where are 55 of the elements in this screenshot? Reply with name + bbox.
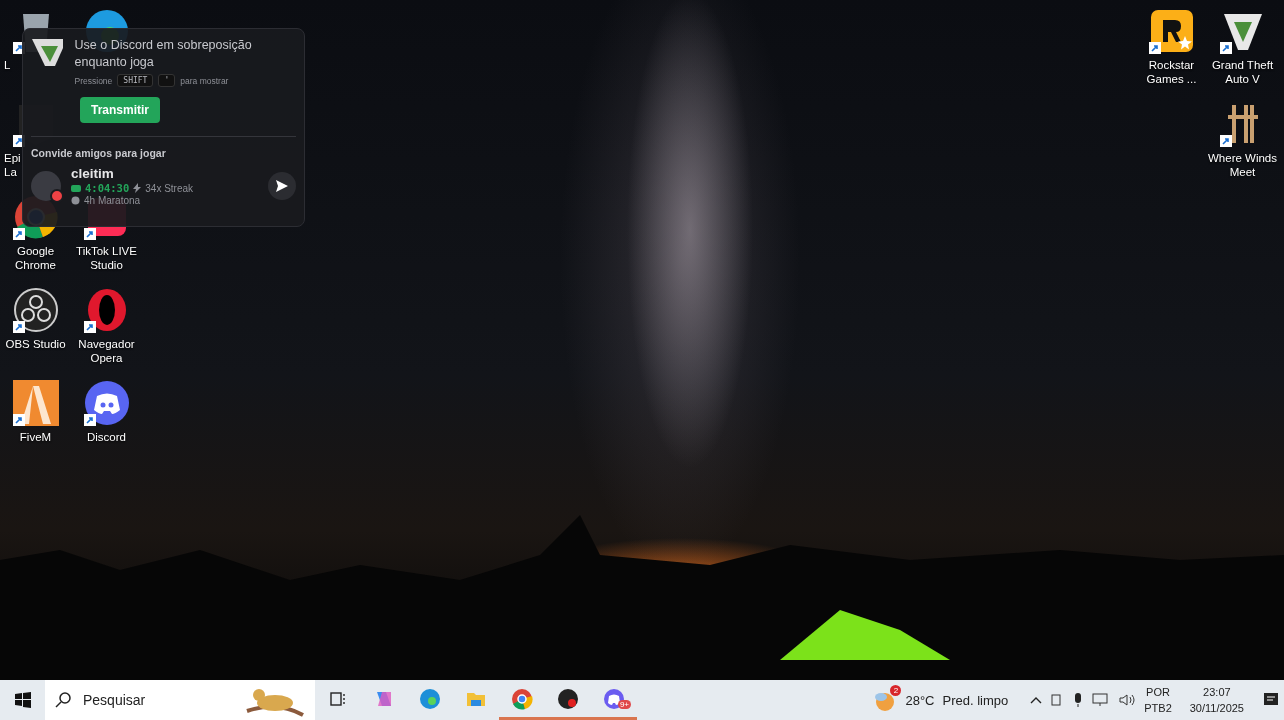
keyboard-key: SHIFT <box>117 74 154 87</box>
send-icon <box>275 179 289 193</box>
browser-icon <box>419 687 441 710</box>
language-indicator[interactable]: POR PTB2 <box>1144 684 1172 716</box>
shortcut-arrow-icon <box>12 321 25 333</box>
search-field[interactable]: Pesquisar <box>45 680 315 720</box>
clock[interactable]: 23:07 30/11/2025 <box>1189 684 1244 716</box>
search-icon <box>55 692 71 708</box>
send-button[interactable] <box>268 172 296 200</box>
desktop-icon-label[interactable]: Navegador Opera <box>78 337 135 365</box>
shortcut-arrow-icon <box>12 414 25 426</box>
hint-text: para mostrar <box>180 75 229 86</box>
fivem-icon <box>12 380 59 426</box>
chevron-up-icon[interactable] <box>1030 696 1043 704</box>
chrome-icon <box>511 687 533 710</box>
marathon-text: 4h Maratona <box>84 195 141 206</box>
lightning-icon <box>133 183 142 193</box>
network-icon[interactable] <box>1092 692 1111 708</box>
shortcut-arrow-icon <box>1219 42 1232 54</box>
desktop-icon-label[interactable]: Grand Theft Auto V <box>1211 58 1274 86</box>
desktop-icon-label[interactable]: Where Winds Meet <box>1208 151 1277 179</box>
shortcut-arrow-icon <box>12 228 25 240</box>
taskbar-app-button[interactable]: 9+ <box>591 680 637 720</box>
star-logo-icon <box>1148 8 1195 54</box>
desktop-icon-label[interactable]: Google Chrome <box>15 244 56 272</box>
game-logo-icon <box>31 37 63 67</box>
desktop-icon-label[interactable]: OBS Studio <box>5 337 66 351</box>
desktop-icon-label[interactable]: L <box>0 58 11 72</box>
desktop-icon-label[interactable]: Epi La <box>0 151 21 179</box>
play-time: 4:04:30 <box>85 182 130 194</box>
desktop-icon-label[interactable]: Rockstar Games ... <box>1146 58 1197 86</box>
streak-text: 34x Streak <box>145 182 194 194</box>
shortcut-arrow-icon <box>1219 135 1232 147</box>
desktop-icon-label[interactable]: FiveM <box>19 430 52 444</box>
weather-badge: 2 <box>890 685 902 696</box>
notification-badge: 9+ <box>617 700 631 709</box>
gamepad-icon <box>71 183 81 193</box>
weather-description[interactable]: Pred. limpo <box>942 692 1009 708</box>
speaker-icon[interactable] <box>1118 692 1137 708</box>
discord-icon <box>83 380 130 426</box>
shortcut-arrow-icon <box>1148 42 1161 54</box>
overlay-title: Use o Discord em sobreposição enquanto joga <box>74 37 253 71</box>
windows-logo-icon <box>14 692 31 708</box>
shortcut-arrow-icon <box>83 228 96 240</box>
desktop-icon-label[interactable]: TikTok LIVE Studio <box>76 244 137 272</box>
desktop-icon-label[interactable]: Discord <box>87 430 126 444</box>
keyboard-key: ' <box>158 74 176 87</box>
shortcut-arrow-icon <box>83 321 96 333</box>
temperature[interactable]: 28°C <box>905 692 935 708</box>
shortcut-arrow-icon <box>83 414 96 426</box>
hint-text: Pressione <box>74 75 113 86</box>
task-view-icon <box>329 689 347 708</box>
section-heading: Convide amigos para jogar <box>31 147 167 159</box>
friend-name: cleitim <box>71 166 115 181</box>
clock-icon <box>71 196 80 205</box>
